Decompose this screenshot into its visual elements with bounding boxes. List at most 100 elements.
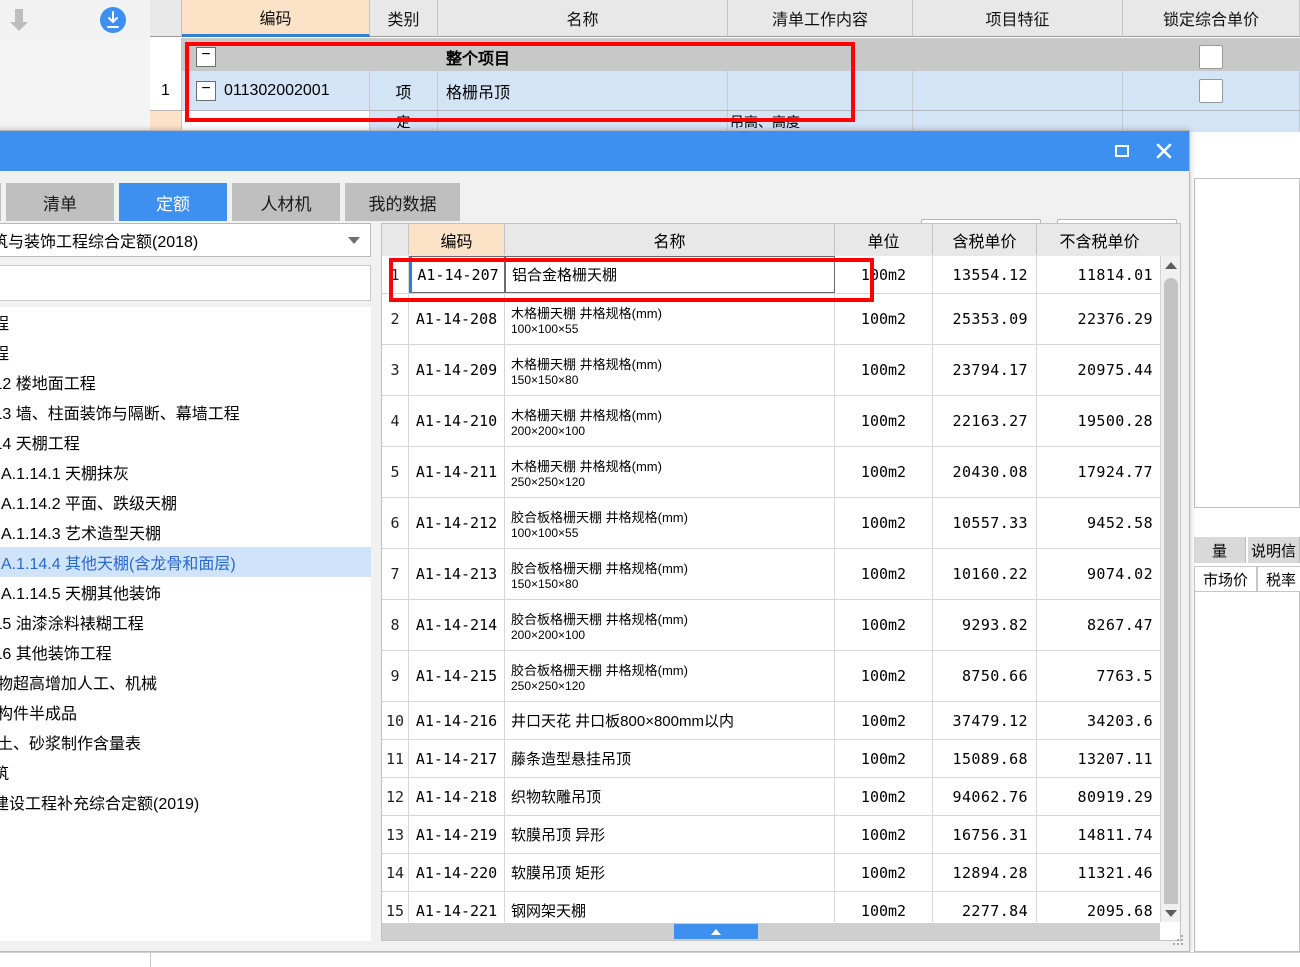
cell-name-spec: 150×150×80 bbox=[511, 576, 579, 591]
right-subheader-label: 税率 bbox=[1265, 571, 1296, 589]
table-row[interactable]: 10 A1-14-216 井口天花 井口板800×800mm以内 100m2 37479… bbox=[382, 702, 1160, 740]
grid-col-code[interactable]: 编码 bbox=[409, 224, 505, 255]
bg-col-code[interactable]: 编码 bbox=[182, 0, 370, 37]
table-row[interactable]: 4 A1-14-210 木格栅天棚 井格规格(mm) 200×200×100 100m2… bbox=[382, 396, 1160, 447]
tree-item[interactable]: 建筑物超高增加人工、机械 bbox=[0, 667, 371, 697]
triangle-up-icon bbox=[711, 928, 721, 935]
table-row[interactable]: 6 A1-14-212 胶合板格栅天棚 井格规格(mm) 100×100×55 100m… bbox=[382, 498, 1160, 549]
tree-item[interactable]: 建筑构件半成品 bbox=[0, 697, 371, 727]
dialog-titlebar[interactable] bbox=[0, 131, 1189, 171]
arrow-down-icon[interactable] bbox=[8, 8, 30, 32]
tab-labor-material-machine[interactable]: 人材机 bbox=[232, 183, 340, 221]
right-stub-tab-quantity[interactable]: 量 bbox=[1194, 537, 1246, 563]
tree-item[interactable]: 装饰工程 bbox=[0, 337, 371, 367]
tree-item[interactable]: A.1.16 其他装饰工程 bbox=[0, 637, 371, 667]
tree-item[interactable]: A.1.15 油漆涂料裱糊工程 bbox=[0, 607, 371, 637]
tab-quota[interactable]: 定额 bbox=[119, 183, 227, 221]
table-row[interactable]: 8 A1-14-214 胶合板格栅天棚 井格规格(mm) 200×200×100 100… bbox=[382, 600, 1160, 651]
table-row[interactable]: 13 A1-14-219 软膜吊顶 异形 100m2 16756.31 14811.74 bbox=[382, 816, 1160, 854]
grid-vertical-scrollbar[interactable] bbox=[1160, 256, 1180, 922]
search-input[interactable] bbox=[0, 265, 371, 301]
grid-col-price-without-tax[interactable]: 不含税单价 bbox=[1037, 224, 1162, 255]
scroll-down-button[interactable] bbox=[1161, 904, 1180, 922]
cell-price-tax: 15089.68 bbox=[933, 740, 1037, 777]
tree-item[interactable]: 建筑工程 bbox=[0, 307, 371, 337]
tree-item[interactable]: A.1.14.2 平面、跌级天棚 bbox=[0, 487, 371, 517]
bg-col-kind[interactable]: 类别 bbox=[370, 0, 438, 37]
library-select[interactable]: 房屋建筑与装饰工程综合定额(2018) bbox=[0, 223, 371, 257]
tree-item-label: 建筑物超高增加人工、机械 bbox=[0, 676, 158, 693]
bg-col-worklist[interactable]: 清单工作内容 bbox=[728, 0, 913, 37]
cell-index: 13 bbox=[382, 816, 409, 853]
tree-item[interactable]: 混凝土、砂浆制作含量表 bbox=[0, 727, 371, 757]
grid-col-unit[interactable]: 单位 bbox=[835, 224, 933, 255]
table-row[interactable]: 7 A1-14-213 胶合板格栅天棚 井格规格(mm) 150×150×80 100m… bbox=[382, 549, 1160, 600]
cell-name: 胶合板格栅天棚 井格规格(mm) 200×200×100 bbox=[505, 600, 835, 650]
cell-code: A1-14-214 bbox=[409, 600, 505, 650]
tree-item[interactable]: A.1.12 楼地面工程 bbox=[0, 367, 371, 397]
right-stub-col-market-price[interactable]: 市场价 bbox=[1194, 566, 1257, 592]
horizontal-scroll-thumb[interactable] bbox=[674, 924, 758, 939]
cell-unit: 100m2 bbox=[835, 892, 933, 922]
tree-item[interactable]: A.1.13 墙、柱面装饰与隔断、幕墙工程 bbox=[0, 397, 371, 427]
tree-item[interactable]: 园林建筑 bbox=[0, 757, 371, 787]
table-row: 定 吊高、高度 bbox=[150, 111, 1300, 132]
lock-checkbox[interactable] bbox=[1199, 44, 1223, 69]
cell-unit: 100m2 bbox=[835, 600, 933, 650]
cell-price-notax: 14811.74 bbox=[1037, 816, 1160, 853]
tab-index[interactable]: 索引 bbox=[0, 183, 1, 221]
cell-price-tax: 25353.09 bbox=[933, 294, 1037, 344]
cell-unit: 100m2 bbox=[835, 447, 933, 497]
cell-code: A1-14-215 bbox=[409, 651, 505, 701]
cell-name-line1: 胶合板格栅天棚 井格规格(mm) bbox=[511, 560, 688, 576]
tree-item[interactable]: A.1.14 天棚工程 bbox=[0, 427, 371, 457]
bg-col-name[interactable]: 名称 bbox=[438, 0, 728, 37]
tree-item[interactable]: 佛山市建设工程补充综合定额(2019) bbox=[0, 787, 371, 817]
scroll-up-button[interactable] bbox=[1161, 256, 1180, 274]
grid-col-price-with-tax[interactable]: 含税单价 bbox=[933, 224, 1037, 255]
tree-item[interactable]: A.1.14.4 其他天棚(含龙骨和面层) bbox=[0, 547, 371, 577]
tree-item[interactable]: A.1.14.5 天棚其他装饰 bbox=[0, 577, 371, 607]
table-row[interactable]: 2 A1-14-208 木格栅天棚 井格规格(mm) 100×100×55 100m2 2… bbox=[382, 294, 1160, 345]
bg-row-name: 吊高、高度 bbox=[730, 113, 800, 130]
lock-checkbox[interactable] bbox=[1199, 78, 1223, 103]
table-row[interactable]: 5 A1-14-211 木格栅天棚 井格规格(mm) 250×250×120 100m2… bbox=[382, 447, 1160, 498]
table-row[interactable]: 9 A1-14-215 胶合板格栅天棚 井格规格(mm) 250×250×120 100… bbox=[382, 651, 1160, 702]
grid-horizontal-scrollbar[interactable] bbox=[382, 923, 1160, 940]
table-row[interactable]: 1 A1-14-207 铝合金格栅天棚 100m2 13554.12 11814.01 bbox=[382, 256, 1160, 294]
cell-price-tax: 2277.84 bbox=[933, 892, 1037, 922]
cell-unit: 100m2 bbox=[835, 396, 933, 446]
bg-col-rowhandle bbox=[150, 0, 182, 37]
quota-grid-body[interactable]: 1 A1-14-207 铝合金格栅天棚 100m2 13554.12 11814.01 2 A… bbox=[382, 256, 1160, 922]
cell-unit: 100m2 bbox=[835, 294, 933, 344]
expand-icon[interactable]: − bbox=[196, 80, 216, 101]
table-row[interactable]: 11 A1-14-217 藤条造型悬挂吊顶 100m2 15089.68 13207.11 bbox=[382, 740, 1160, 778]
maximize-button[interactable] bbox=[1102, 131, 1142, 171]
download-circle-icon[interactable] bbox=[100, 7, 126, 33]
right-stub-col-tax-rate[interactable]: 税率 bbox=[1257, 566, 1300, 592]
collapse-icon[interactable]: − bbox=[196, 46, 216, 67]
cell-index: 7 bbox=[382, 549, 409, 599]
dialog-resize-handle[interactable] bbox=[1173, 935, 1185, 947]
bg-col-feature[interactable]: 项目特征 bbox=[913, 0, 1123, 37]
close-button[interactable] bbox=[1144, 131, 1184, 171]
tab-bill[interactable]: 清单 bbox=[6, 183, 114, 221]
category-tree[interactable]: 建筑工程装饰工程 A.1.12 楼地面工程 A.1.13 墙、柱面装饰与隔断、幕墙工… bbox=[0, 307, 371, 941]
tab-my-data[interactable]: 我的数据 bbox=[345, 183, 460, 221]
bg-col-locked[interactable]: 锁定综合单价 bbox=[1123, 0, 1300, 37]
table-row[interactable]: 15 A1-14-221 钢网架天棚 100m2 2277.84 2095.68 bbox=[382, 892, 1160, 922]
right-stub-tab-info[interactable]: 说明信 bbox=[1248, 537, 1300, 563]
cell-code: A1-14-207 bbox=[409, 256, 505, 293]
tree-item[interactable]: A.1.14.3 艺术造型天棚 bbox=[0, 517, 371, 547]
library-select-value: 房屋建筑与装饰工程综合定额(2018) bbox=[0, 234, 199, 251]
table-row[interactable]: 12 A1-14-218 织物软雕吊顶 100m2 94062.76 80919.29 bbox=[382, 778, 1160, 816]
grid-col-name[interactable]: 名称 bbox=[505, 224, 835, 255]
tree-item[interactable]: A.1.14.1 天棚抹灰 bbox=[0, 457, 371, 487]
table-row[interactable]: 3 A1-14-209 木格栅天棚 井格规格(mm) 150×150×80 100m2 2… bbox=[382, 345, 1160, 396]
vertical-scroll-thumb[interactable] bbox=[1164, 278, 1178, 918]
grid-col-rowhandle bbox=[382, 224, 409, 255]
cell-index: 3 bbox=[382, 345, 409, 395]
tree-item-label: 佛山市建设工程补充综合定额(2019) bbox=[0, 796, 200, 813]
table-row[interactable]: 14 A1-14-220 软膜吊顶 矩形 100m2 12894.28 11321.46 bbox=[382, 854, 1160, 892]
cell-price-tax: 94062.76 bbox=[933, 778, 1037, 815]
